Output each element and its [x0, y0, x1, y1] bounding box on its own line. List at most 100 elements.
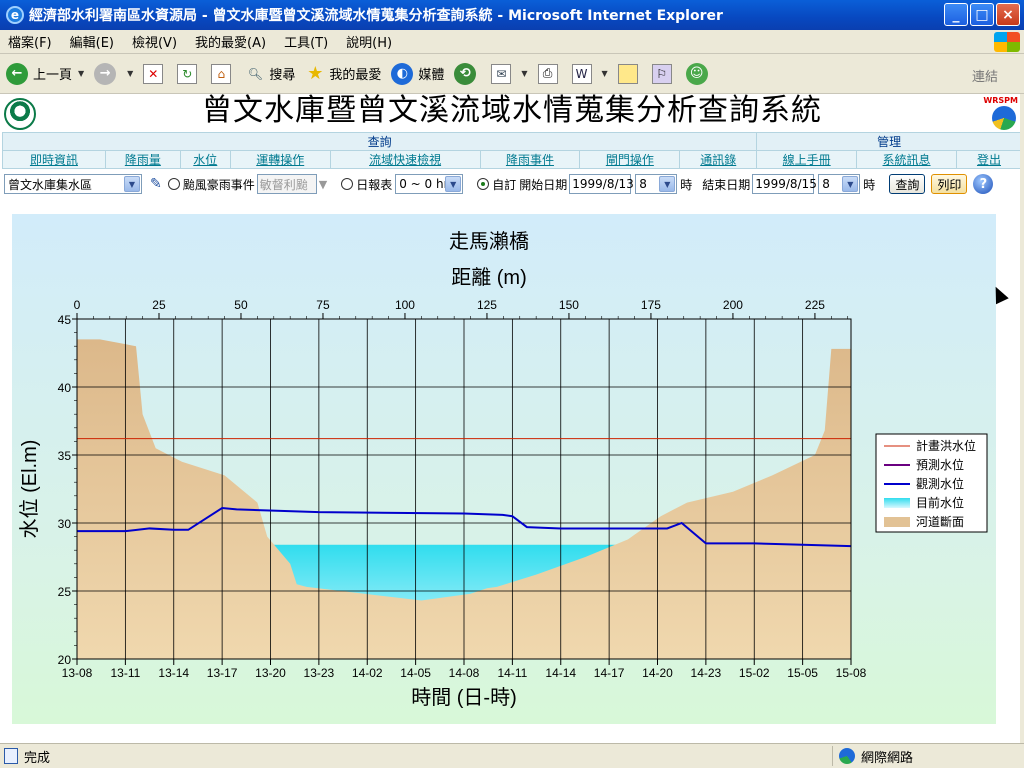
forward-dropdown-icon[interactable]: ▼: [127, 69, 133, 78]
close-button[interactable]: ×: [996, 3, 1020, 26]
nav-item-manual[interactable]: 線上手冊: [783, 153, 831, 167]
stop-button[interactable]: ✕: [143, 63, 167, 84]
menu-help[interactable]: 說明(H): [346, 32, 392, 51]
daily-report-radio[interactable]: [341, 178, 354, 190]
y-axis-label: 水位 (El.m): [18, 440, 41, 539]
favorites-button[interactable]: ★ 我的最愛: [305, 63, 382, 84]
nav-item-rain-event[interactable]: 降雨事件: [506, 153, 554, 167]
hour-range-value: 0 ~ 0 hr: [399, 177, 449, 191]
minimize-button[interactable]: _: [944, 3, 968, 26]
nav-item-water-level[interactable]: 水位: [193, 153, 217, 167]
nav-item-contacts[interactable]: 通訊錄: [700, 153, 736, 167]
y-tick-label: 30: [58, 517, 72, 531]
typhoon-dropdown-icon[interactable]: ▼: [319, 178, 327, 191]
page-scrollbar[interactable]: [1020, 94, 1024, 743]
end-date-input[interactable]: 1999/8/15: [752, 174, 817, 194]
cross-section-chart: 走馬瀨橋距離 (m) 20 25 30 35 40 45 水位 (El.m) 0 25 50 75 1…: [18, 230, 988, 709]
back-dropdown-icon[interactable]: ▼: [78, 69, 84, 78]
internet-zone-icon: [839, 748, 855, 764]
area-select[interactable]: 曾文水庫集水區 ▼: [4, 174, 142, 194]
pen-icon[interactable]: ✎: [150, 176, 162, 192]
forward-button[interactable]: → ▼: [94, 62, 133, 85]
end-date-label: 結束日期: [702, 177, 751, 192]
menu-favorites[interactable]: 我的最愛(A): [195, 32, 266, 51]
windows-flag-icon: [994, 32, 1020, 52]
discuss-button[interactable]: [617, 63, 642, 84]
window-title: 經濟部水利署南區水資源局 - 曾文水庫暨曾文溪流域水情蒐集分析查詢系統 - Mi…: [29, 8, 723, 24]
legend-swatch: [884, 498, 910, 508]
status-text: 完成: [24, 750, 51, 766]
mail-button[interactable]: ✉ ▼: [491, 63, 528, 84]
nav-item-system-message[interactable]: 系統訊息: [883, 153, 931, 167]
legend-swatch: [884, 517, 910, 527]
nav-item-gate-operation[interactable]: 閘門操作: [606, 153, 654, 167]
refresh-icon: ↻: [177, 63, 198, 84]
y-tick-label: 25: [58, 585, 72, 599]
distance-tick-label: 150: [559, 298, 579, 312]
legend-label: 目前水位: [916, 495, 964, 510]
daily-report-label: 日報表: [356, 177, 393, 192]
search-label: 搜尋: [269, 68, 296, 83]
back-button[interactable]: ← 上一頁 ▼: [6, 62, 84, 85]
menu-tools[interactable]: 工具(T): [284, 32, 328, 51]
nav-item-realtime[interactable]: 即時資訊: [30, 153, 78, 167]
distance-tick-label: 125: [477, 298, 497, 312]
custom-radio[interactable]: [477, 178, 490, 190]
time-tick-label: 14-20: [642, 666, 673, 680]
messenger-button[interactable]: ☺: [685, 62, 713, 85]
time-tick-label: 13-23: [304, 666, 335, 680]
search-button[interactable]: 🔍︎ 搜尋: [245, 64, 296, 84]
nav-item-rainfall[interactable]: 降雨量: [125, 153, 161, 167]
star-icon: ★: [307, 63, 324, 84]
edit-button[interactable]: W ▼: [571, 63, 608, 84]
favorites-label: 我的最愛: [329, 68, 382, 83]
query-button[interactable]: 查詢: [889, 174, 926, 194]
y-tick-label: 45: [58, 313, 72, 327]
mail-dropdown-icon[interactable]: ▼: [521, 69, 527, 78]
edit-dropdown-icon[interactable]: ▼: [602, 69, 608, 78]
distance-tick-label: 100: [395, 298, 415, 312]
chart-title: 走馬瀨橋: [449, 230, 529, 253]
nav-item-basin-view[interactable]: 流域快速檢視: [369, 153, 441, 167]
print-button[interactable]: 列印: [931, 174, 968, 194]
mail-icon: ✉: [491, 63, 512, 84]
y-tick-label: 35: [58, 449, 72, 463]
menu-edit[interactable]: 編輯(E): [70, 32, 114, 51]
nav-item-logout[interactable]: 登出: [977, 153, 1001, 167]
typhoon-event-input[interactable]: 敏督利颱: [256, 174, 317, 194]
start-date-label: 開始日期: [519, 177, 568, 192]
start-hour-select[interactable]: 8 ▼: [635, 174, 678, 194]
chevron-down-icon: ▼: [445, 176, 462, 192]
menu-view[interactable]: 檢視(V): [132, 32, 177, 51]
refresh-button[interactable]: ↻: [177, 63, 201, 84]
print-toolbar-button[interactable]: ⎙: [537, 63, 562, 84]
printer-icon: ⎙: [537, 63, 558, 84]
security-zone: 網際網路: [832, 746, 913, 766]
research-button[interactable]: ⚐: [651, 63, 676, 84]
maximize-button[interactable]: □: [970, 3, 994, 26]
status-bar: 完成 網際網路: [0, 743, 1024, 768]
area-select-value: 曾文水庫集水區: [8, 177, 93, 192]
hour-range-select[interactable]: 0 ~ 0 hr ▼: [395, 174, 464, 194]
menu-file[interactable]: 檔案(F): [8, 32, 52, 51]
time-tick-label: 13-08: [62, 666, 93, 680]
history-button[interactable]: ⟲: [454, 62, 481, 85]
chevron-down-icon: ▼: [842, 176, 859, 192]
nav-group-admin: 管理: [756, 132, 1022, 151]
media-button[interactable]: ◐ 媒體: [391, 62, 444, 85]
help-icon[interactable]: ?: [973, 174, 994, 194]
note-icon: [617, 63, 638, 84]
home-icon: ⌂: [211, 63, 232, 84]
end-hour-select[interactable]: 8 ▼: [818, 174, 861, 194]
typhoon-radio[interactable]: [167, 178, 180, 190]
time-tick-label: 13-11: [110, 666, 140, 680]
x-axis-label: 時間 (日-時): [411, 686, 517, 709]
links-label[interactable]: 連結: [972, 66, 998, 85]
start-date-input[interactable]: 1999/8/13: [569, 174, 634, 194]
page-content: 曾文水庫暨曾文溪流域水情蒐集分析查詢系統 WRSPM 查詢 管理 即時資訊 降雨…: [0, 94, 1024, 743]
nav-item-operation[interactable]: 運轉操作: [256, 153, 304, 167]
nav-group-query: 查詢: [1, 132, 758, 151]
home-button[interactable]: ⌂: [211, 63, 235, 84]
end-date-value: 1999/8/15: [755, 177, 817, 191]
site-header: 曾文水庫暨曾文溪流域水情蒐集分析查詢系統 WRSPM: [0, 94, 1024, 130]
